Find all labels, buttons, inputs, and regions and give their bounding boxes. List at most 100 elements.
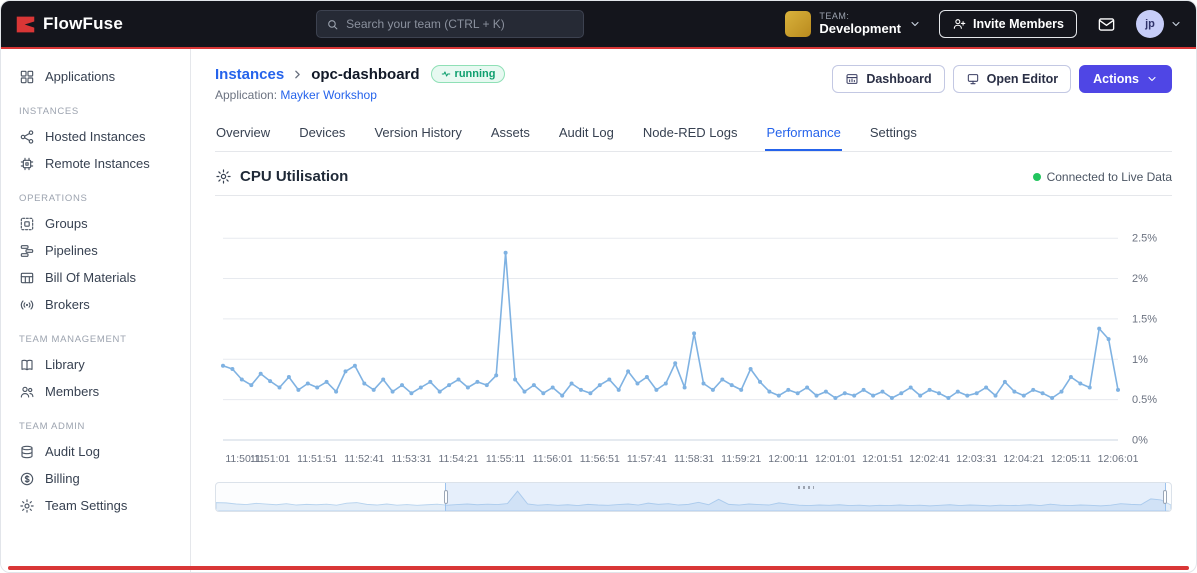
sidebar-item-pipelines[interactable]: Pipelines bbox=[1, 237, 190, 264]
svg-text:11:58:31: 11:58:31 bbox=[674, 453, 714, 465]
status-badge-label: running bbox=[454, 68, 496, 80]
mail-icon bbox=[1097, 15, 1116, 34]
avatar: jp bbox=[1136, 10, 1164, 38]
svg-text:11:59:21: 11:59:21 bbox=[721, 453, 761, 465]
open-editor-icon bbox=[966, 72, 980, 86]
library-icon bbox=[19, 357, 35, 373]
sidebar-section-team-admin: TEAM ADMIN bbox=[19, 421, 86, 432]
cpu-chart-svg: 0%0.5%1%1.5%2%2.5%11:50:1111:51:01 11:51:… bbox=[221, 233, 1157, 465]
svg-text:12:05:11: 12:05:11 bbox=[1051, 453, 1091, 465]
sidebar-item-team-settings[interactable]: Team Settings bbox=[1, 492, 190, 519]
sidebar-item-billing[interactable]: Billing bbox=[1, 465, 190, 492]
brush-right-handle[interactable] bbox=[1163, 490, 1168, 504]
live-status-dot bbox=[1032, 172, 1041, 181]
sidebar-item-label: Brokers bbox=[45, 297, 90, 312]
svg-text:0.5%: 0.5% bbox=[1132, 394, 1157, 406]
sidebar-item-remote-instances[interactable]: Remote Instances bbox=[1, 150, 190, 177]
tab-audit-log[interactable]: Audit Log bbox=[558, 118, 615, 151]
open-editor-button-label: Open Editor bbox=[986, 72, 1059, 86]
flowfuse-logo-icon bbox=[16, 16, 35, 32]
actions-button[interactable]: Actions bbox=[1079, 65, 1172, 93]
user-menu[interactable]: jp bbox=[1136, 10, 1182, 38]
cpu-utilisation-chart: 0% 0.5% 1% 1.5% 2% 2.5% 11:50:11 11:51:01 11:51:… bbox=[215, 200, 1172, 472]
main-content: Instances opc-dashboard running Applicat… bbox=[191, 49, 1196, 572]
svg-text:11:52:41: 11:52:41 bbox=[344, 453, 384, 465]
live-data-status: Connected to Live Data bbox=[1032, 169, 1172, 184]
svg-text:12:01:51: 12:01:51 bbox=[862, 453, 903, 465]
remote-instances-icon bbox=[19, 156, 35, 172]
dashboard-icon bbox=[845, 72, 859, 86]
sidebar-item-groups[interactable]: Groups bbox=[1, 210, 190, 237]
tab-performance[interactable]: Performance bbox=[765, 118, 842, 151]
brokers-icon bbox=[19, 297, 35, 313]
breadcrumb-instances-link[interactable]: Instances bbox=[215, 66, 284, 83]
top-navbar: FlowFuse TEAM: Development Invite Member… bbox=[1, 1, 1196, 47]
sidebar-item-brokers[interactable]: Brokers bbox=[1, 291, 190, 318]
time-range-brush[interactable] bbox=[215, 482, 1172, 512]
sidebar-item-audit-log[interactable]: Audit Log bbox=[1, 438, 190, 465]
sidebar-item-label: Applications bbox=[45, 69, 116, 84]
svg-text:0%: 0% bbox=[1132, 435, 1148, 447]
sidebar-section-team-management: TEAM MANAGEMENT bbox=[19, 334, 127, 345]
svg-text:11:57:41: 11:57:41 bbox=[627, 453, 667, 465]
status-badge: running bbox=[430, 65, 506, 83]
chevron-down-icon bbox=[1146, 73, 1158, 85]
brand-name: FlowFuse bbox=[43, 14, 123, 33]
svg-text:11:56:01: 11:56:01 bbox=[533, 453, 573, 465]
team-name: Development bbox=[819, 20, 901, 36]
application-label: Application: bbox=[215, 88, 278, 102]
sidebar-item-applications[interactable]: Applications bbox=[1, 63, 190, 90]
sidebar-item-bill-of-materials[interactable]: Bill Of Materials bbox=[1, 264, 190, 291]
search-input[interactable] bbox=[346, 17, 575, 31]
chevron-down-icon bbox=[1170, 18, 1182, 30]
brush-left-handle[interactable] bbox=[444, 490, 449, 504]
groups-icon bbox=[19, 216, 35, 232]
brush-selection[interactable] bbox=[444, 483, 1168, 511]
tab-node-red-logs[interactable]: Node-RED Logs bbox=[642, 118, 739, 151]
application-link[interactable]: Mayker Workshop bbox=[280, 88, 376, 102]
billing-icon bbox=[19, 471, 35, 487]
sidebar-item-hosted-instances[interactable]: Hosted Instances bbox=[1, 123, 190, 150]
live-status-label: Connected to Live Data bbox=[1046, 169, 1172, 184]
app-window: FlowFuse TEAM: Development Invite Member… bbox=[0, 0, 1197, 573]
tab-settings[interactable]: Settings bbox=[869, 118, 918, 151]
sidebar-item-label: Groups bbox=[45, 216, 88, 231]
dashboard-button[interactable]: Dashboard bbox=[832, 65, 945, 93]
chart-title: CPU Utilisation bbox=[240, 168, 349, 185]
svg-text:1%: 1% bbox=[1132, 354, 1148, 366]
sidebar-item-library[interactable]: Library bbox=[1, 351, 190, 378]
svg-text:11:53:31: 11:53:31 bbox=[391, 453, 431, 465]
sidebar-item-label: Members bbox=[45, 384, 100, 399]
breadcrumb: Instances opc-dashboard running bbox=[215, 65, 832, 83]
notifications-button[interactable] bbox=[1087, 9, 1126, 40]
sidebar-section-operations: OPERATIONS bbox=[19, 193, 88, 204]
sidebar-item-label: Library bbox=[45, 357, 85, 372]
tab-assets[interactable]: Assets bbox=[490, 118, 531, 151]
svg-text:1.5%: 1.5% bbox=[1132, 313, 1157, 325]
tab-devices[interactable]: Devices bbox=[298, 118, 346, 151]
svg-text:12:03:31: 12:03:31 bbox=[956, 453, 997, 465]
open-editor-button[interactable]: Open Editor bbox=[952, 65, 1072, 93]
flowfuse-logo[interactable]: FlowFuse bbox=[15, 14, 123, 35]
brush-grip-icon[interactable] bbox=[797, 486, 814, 489]
dashboard-button-label: Dashboard bbox=[866, 72, 932, 86]
svg-text:11:54:21: 11:54:21 bbox=[438, 453, 478, 465]
pipelines-icon bbox=[19, 243, 35, 259]
bottom-red-accent bbox=[8, 566, 1189, 570]
bill-of-materials-icon bbox=[19, 270, 35, 286]
team-selector[interactable]: TEAM: Development bbox=[777, 7, 929, 41]
svg-text:12:02:41: 12:02:41 bbox=[909, 453, 950, 465]
members-icon bbox=[19, 384, 35, 400]
page-title: opc-dashboard bbox=[311, 65, 420, 83]
running-pulse-icon bbox=[441, 69, 451, 79]
invite-members-label: Invite Members bbox=[972, 17, 1064, 31]
team-search[interactable] bbox=[316, 10, 585, 38]
tab-version-history[interactable]: Version History bbox=[373, 118, 462, 151]
team-texts: TEAM: Development bbox=[819, 11, 901, 36]
sidebar-item-label: Bill Of Materials bbox=[45, 270, 137, 285]
sidebar-item-label: Audit Log bbox=[45, 444, 100, 459]
invite-members-button[interactable]: Invite Members bbox=[938, 10, 1077, 38]
tab-overview[interactable]: Overview bbox=[215, 118, 271, 151]
sidebar-item-members[interactable]: Members bbox=[1, 378, 190, 405]
sidebar-item-label: Billing bbox=[45, 471, 80, 486]
